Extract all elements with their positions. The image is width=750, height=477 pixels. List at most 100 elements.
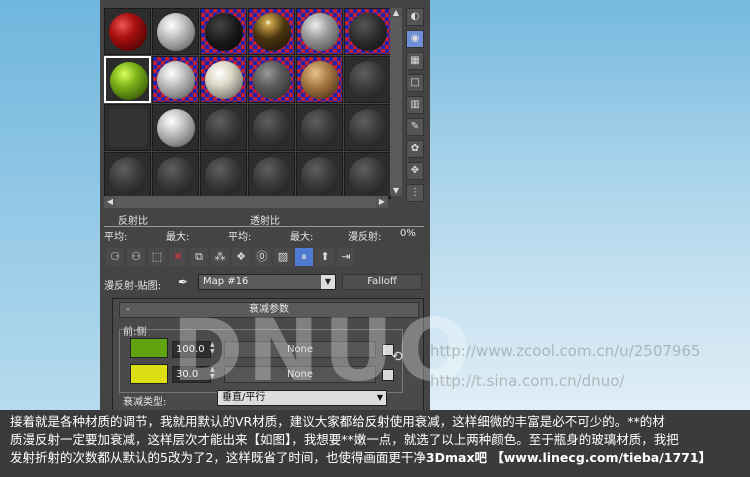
show-end-result-icon[interactable]: ⏸ xyxy=(295,248,313,266)
make-preview-icon[interactable]: ✎ xyxy=(406,118,424,136)
material-slot[interactable] xyxy=(248,8,295,55)
reflect-transmit-meters: 反射比 透射比 平均: 最大: 平均: 最大: 漫反射: 0% xyxy=(104,210,424,246)
make-copy-icon[interactable]: ⧉ xyxy=(190,248,208,266)
max-label: 最大: xyxy=(290,232,314,243)
go-forward-sibling-icon[interactable]: ⇥ xyxy=(337,248,355,266)
amount-field-front[interactable]: 100.0 xyxy=(172,341,211,358)
diffuse-value: 0% xyxy=(400,228,416,239)
video-color-check-icon[interactable]: ▥ xyxy=(406,96,424,114)
material-slot[interactable] xyxy=(248,152,295,199)
material-sphere-grey xyxy=(253,61,291,99)
scroll-left-icon[interactable]: ◀ xyxy=(104,196,116,208)
material-slot[interactable] xyxy=(344,56,391,103)
get-material-icon[interactable]: ⚆ xyxy=(106,248,124,266)
sample-type-icon[interactable]: ◐ xyxy=(406,8,424,26)
material-slot[interactable] xyxy=(248,56,295,103)
sample-slots-grid xyxy=(104,8,398,200)
eyedropper-icon[interactable]: ✒ xyxy=(178,275,188,289)
material-sphere-amber xyxy=(253,13,291,51)
material-sphere-default xyxy=(253,109,291,147)
chevron-down-icon[interactable]: ▼ xyxy=(321,275,335,289)
material-sphere-default xyxy=(349,109,387,147)
diffuse-label: 漫反射: xyxy=(348,232,382,243)
material-slot[interactable] xyxy=(200,8,247,55)
material-slot[interactable] xyxy=(200,104,247,151)
map-toggle-checkbox[interactable] xyxy=(382,369,394,381)
put-to-library-icon[interactable]: ❖ xyxy=(232,248,250,266)
assign-to-selection-icon[interactable]: ⬚ xyxy=(148,248,166,266)
select-by-material-icon[interactable]: ✥ xyxy=(406,162,424,180)
material-slot[interactable] xyxy=(104,104,151,151)
sample-uv-tiling-icon[interactable]: □ xyxy=(406,74,424,92)
map-type-button[interactable]: Falloff xyxy=(342,274,422,290)
options-icon[interactable]: ✿ xyxy=(406,140,424,158)
front-side-group: 100.0 ▲ ▼ None 30.0 ▲ ▼ None xyxy=(119,329,403,393)
rollout-header[interactable]: - 衰减参数 xyxy=(119,302,419,318)
go-to-parent-icon[interactable]: ⬆ xyxy=(316,248,334,266)
material-slot[interactable] xyxy=(344,8,391,55)
map-slot-front[interactable]: None xyxy=(224,341,376,358)
material-sphere-stone xyxy=(301,13,339,51)
diffuse-map-row: 漫反射-贴图: ✒ Map #16 ▼ Falloff xyxy=(104,274,426,292)
material-slot[interactable] xyxy=(200,56,247,103)
material-sphere-default xyxy=(109,157,147,195)
put-to-scene-icon[interactable]: ⚇ xyxy=(127,248,145,266)
material-slot[interactable] xyxy=(296,56,343,103)
map-slot-side[interactable]: None xyxy=(224,366,376,383)
transmit-ratio-label: 透射比 xyxy=(250,216,280,227)
scroll-right-icon[interactable]: ▶ xyxy=(376,196,388,208)
material-slot[interactable] xyxy=(104,152,151,199)
url-watermark: http://www.zcool.com.cn/u/2507965 xyxy=(430,342,701,360)
material-slot[interactable] xyxy=(296,8,343,55)
material-slot[interactable] xyxy=(248,104,295,151)
material-id-icon[interactable]: ⓪ xyxy=(253,248,271,266)
material-slot[interactable] xyxy=(152,8,199,55)
material-sphere-default xyxy=(301,109,339,147)
avg-label: 平均: xyxy=(104,232,128,243)
material-sphere-black xyxy=(205,13,243,51)
color-swatch-front[interactable] xyxy=(130,338,168,358)
source-credit: 3Dmax吧 【www.linecg.com/tieba/1771】 xyxy=(425,450,712,465)
material-slot[interactable] xyxy=(152,152,199,199)
material-slot[interactable] xyxy=(344,152,391,199)
reset-map-icon[interactable]: ✕ xyxy=(169,248,187,266)
backlight-icon[interactable]: ◉ xyxy=(406,30,424,48)
spinner-icon[interactable]: ▲ ▼ xyxy=(210,341,218,356)
material-sphere-default xyxy=(349,61,387,99)
spinner-icon[interactable]: ▲ ▼ xyxy=(210,366,218,381)
material-slot[interactable] xyxy=(152,56,199,103)
map-name-dropdown[interactable]: Map #16 ▼ xyxy=(198,274,336,290)
material-slot[interactable] xyxy=(344,104,391,151)
material-slot[interactable] xyxy=(152,104,199,151)
material-sphere-green xyxy=(110,62,148,100)
material-sample-flat xyxy=(109,109,147,147)
scroll-down-icon[interactable]: ▼ xyxy=(390,186,402,196)
material-slot[interactable] xyxy=(200,152,247,199)
material-slot[interactable] xyxy=(104,8,151,55)
map-name-value: Map #16 xyxy=(203,276,249,287)
background-checker-icon[interactable]: ▦ xyxy=(406,52,424,70)
material-slot[interactable] xyxy=(296,152,343,199)
slots-vertical-scrollbar[interactable]: ▲ ▼ xyxy=(390,8,402,196)
reflect-ratio-label: 反射比 xyxy=(118,216,148,227)
material-slot[interactable] xyxy=(296,104,343,151)
material-map-navigator-icon[interactable]: ⋮ xyxy=(406,184,424,202)
material-toolbar: ⚆ ⚇ ⬚ ✕ ⧉ ⁂ ❖ ⓪ ▨ ⏸ ⬆ ⇥ xyxy=(106,248,424,266)
scroll-up-icon[interactable]: ▲ xyxy=(390,8,402,18)
falloff-type-dropdown[interactable]: 垂直/平行 ▼ xyxy=(217,390,387,406)
amount-field-side[interactable]: 30.0 xyxy=(172,366,211,383)
chevron-down-icon[interactable]: ▼ xyxy=(377,391,383,405)
show-map-icon[interactable]: ▨ xyxy=(274,248,292,266)
material-slot-selected[interactable] xyxy=(104,56,151,103)
caption-text-block: 接着就是各种材质的调节，我就用默认的VR材质，建议大家都给反射使用衰减，这样细微… xyxy=(0,410,750,477)
slots-horizontal-scrollbar[interactable]: ◀ ▶ xyxy=(104,196,388,208)
material-sphere-white xyxy=(157,61,195,99)
caption-line: 质漫反射一定要加衰减，这样层次才能出来【如图】，我想要**嫩一点，就选了以上两种… xyxy=(10,432,679,447)
material-editor-panel: ▲ ▼ ◀ ▶ ◐ ◉ ▦ □ ▥ ✎ ✿ ✥ ⋮ 反射比 透射比 平均: 最大… xyxy=(100,0,430,412)
swap-colors-icon[interactable]: ⟲ xyxy=(391,349,403,365)
material-sphere-red xyxy=(109,13,147,51)
color-swatch-side[interactable] xyxy=(130,364,168,384)
make-unique-icon[interactable]: ⁂ xyxy=(211,248,229,266)
falloff-parameters-rollout: - 衰减参数 100.0 ▲ ▼ None 30.0 ▲ ▼ None 前:侧 ⟲ … xyxy=(112,298,424,412)
material-sphere-brick xyxy=(301,61,339,99)
